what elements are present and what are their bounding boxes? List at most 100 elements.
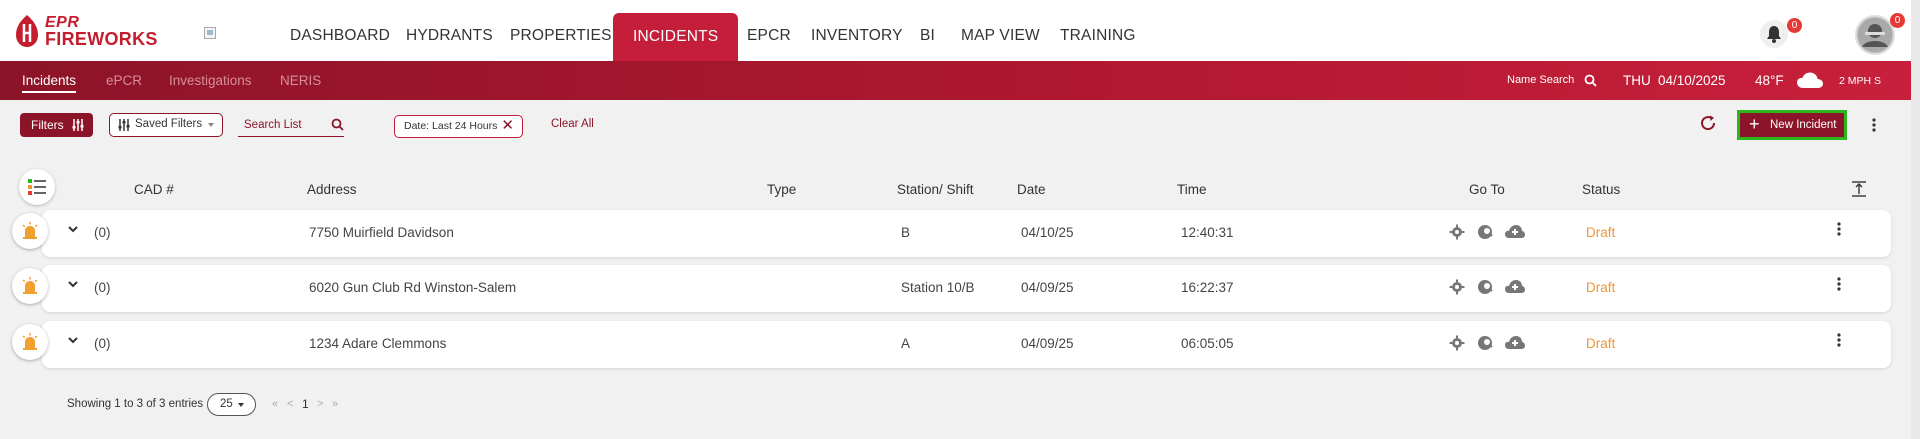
- incident-alarm-button[interactable]: [12, 324, 48, 360]
- column-header-time[interactable]: Time: [1177, 182, 1207, 197]
- table-row[interactable]: (0) 6020 Gun Club Rd Winston-Salem Stati…: [42, 265, 1891, 312]
- close-icon[interactable]: ✕: [501, 116, 514, 136]
- prev-page-button[interactable]: <: [287, 398, 293, 410]
- nav-incidents[interactable]: INCIDENTS: [613, 13, 739, 61]
- gear-icon[interactable]: [1449, 224, 1465, 240]
- chevron-down-icon: [238, 403, 244, 407]
- nav-map-view[interactable]: MAP VIEW: [961, 0, 1040, 61]
- bell-icon: [1767, 26, 1781, 43]
- sliders-icon: [118, 119, 130, 131]
- tab-incidents[interactable]: Incidents: [22, 73, 77, 93]
- status-badge: Draft: [1586, 225, 1616, 240]
- next-page-button[interactable]: >: [317, 398, 323, 410]
- user-avatar[interactable]: [1855, 15, 1895, 55]
- tab-epcr[interactable]: ePCR: [106, 73, 142, 88]
- flame-logo-icon: [16, 15, 38, 47]
- active-filter-chip: Date: Last 24 Hours ✕: [394, 115, 523, 138]
- station-shift-cell: B: [901, 225, 911, 240]
- name-search-label[interactable]: Name Search: [1507, 74, 1574, 86]
- search-icon[interactable]: [1584, 74, 1597, 87]
- column-header-goto: Go To: [1469, 182, 1505, 197]
- chevron-down-icon[interactable]: [68, 279, 78, 289]
- chevron-down-icon[interactable]: [68, 335, 78, 345]
- search-list-input[interactable]: Search List: [238, 113, 344, 137]
- cad-count: (0): [94, 280, 111, 295]
- list-legend-icon: [28, 179, 46, 195]
- investigation-icon[interactable]: [1477, 279, 1494, 295]
- alarm-icon: [22, 333, 38, 350]
- clear-all-link[interactable]: Clear All: [551, 118, 594, 130]
- last-page-button[interactable]: »: [332, 398, 338, 410]
- investigation-icon[interactable]: [1477, 224, 1494, 240]
- sub-navbar: Incidents ePCR Investigations NERIS Name…: [0, 61, 1920, 100]
- page-size-select[interactable]: 25: [207, 393, 256, 416]
- address-cell: 7750 Muirfield Davidson: [309, 225, 454, 240]
- gear-icon[interactable]: [1449, 279, 1465, 295]
- profile-badge: 0: [1890, 13, 1905, 28]
- page-number-current[interactable]: 1: [302, 397, 309, 411]
- row-more-options-icon[interactable]: [1837, 222, 1841, 236]
- nav-hydrants[interactable]: HYDRANTS: [406, 0, 493, 61]
- date-cell: 04/10/25: [1021, 225, 1074, 240]
- refresh-icon[interactable]: [1699, 114, 1717, 132]
- collapse-all-icon[interactable]: [1852, 181, 1866, 197]
- time-cell: 12:40:31: [1181, 225, 1234, 240]
- vertical-scrollbar[interactable]: [1911, 0, 1920, 439]
- plus-icon: +: [1749, 114, 1760, 134]
- brand-logo[interactable]: EPR FIREWORKS: [14, 14, 157, 49]
- sliders-icon: [72, 119, 84, 131]
- station-shift-cell: A: [901, 336, 911, 351]
- date-cell: 04/09/25: [1021, 336, 1074, 351]
- table-row[interactable]: (0) 1234 Adare Clemmons A 04/09/25 06:05…: [42, 321, 1891, 368]
- search-icon[interactable]: [331, 118, 344, 131]
- table-row[interactable]: (0) 7750 Muirfield Davidson B 04/10/25 1…: [42, 210, 1891, 257]
- chevron-down-icon[interactable]: [68, 224, 78, 234]
- time-cell: 06:05:05: [1181, 336, 1234, 351]
- tab-investigations[interactable]: Investigations: [169, 73, 252, 88]
- row-more-options-icon[interactable]: [1837, 277, 1841, 291]
- epcr-icon[interactable]: [1505, 279, 1525, 295]
- cloud-icon: [1797, 72, 1823, 88]
- search-list-placeholder: Search List: [244, 119, 302, 131]
- new-incident-button[interactable]: + New Incident: [1740, 113, 1844, 137]
- nav-inventory[interactable]: INVENTORY: [811, 0, 903, 61]
- top-navbar: EPR FIREWORKS DASHBOARD HYDRANTS PROPERT…: [0, 0, 1920, 61]
- epcr-icon[interactable]: [1505, 335, 1525, 351]
- nav-training[interactable]: TRAINING: [1060, 0, 1136, 61]
- alarm-icon: [22, 222, 38, 239]
- nav-properties[interactable]: PROPERTIES: [510, 0, 612, 61]
- notifications-button[interactable]: [1760, 20, 1788, 48]
- page-size-value: 25: [220, 398, 233, 410]
- cad-count: (0): [94, 225, 111, 240]
- investigation-icon[interactable]: [1477, 335, 1494, 351]
- row-more-options-icon[interactable]: [1837, 333, 1841, 347]
- incident-alarm-button[interactable]: [12, 268, 48, 304]
- more-options-icon[interactable]: [1872, 118, 1876, 132]
- column-header-date[interactable]: Date: [1017, 182, 1046, 197]
- column-header-address[interactable]: Address: [307, 182, 357, 197]
- wind-speed: 2 MPH S: [1839, 75, 1882, 87]
- user-icon: [1858, 18, 1892, 52]
- saved-filters-label: Saved Filters: [135, 118, 203, 130]
- nav-dashboard[interactable]: DASHBOARD: [290, 0, 390, 61]
- gear-icon[interactable]: [1449, 335, 1465, 351]
- filters-button[interactable]: Filters: [20, 113, 93, 137]
- cad-count: (0): [94, 336, 111, 351]
- list-legend-button[interactable]: [19, 169, 55, 205]
- nav-bi[interactable]: BI: [920, 0, 935, 61]
- column-header-status[interactable]: Status: [1582, 182, 1620, 197]
- brand-line2: FIREWORKS: [45, 29, 158, 49]
- address-cell: 1234 Adare Clemmons: [309, 336, 447, 351]
- first-page-button[interactable]: «: [272, 398, 278, 410]
- column-header-cad[interactable]: CAD #: [134, 182, 174, 197]
- incident-alarm-button[interactable]: [12, 213, 48, 249]
- broken-image-icon: [204, 27, 216, 39]
- epcr-icon[interactable]: [1505, 224, 1525, 240]
- column-header-station-shift[interactable]: Station/ Shift: [897, 182, 974, 197]
- tab-neris[interactable]: NERIS: [280, 73, 321, 88]
- time-cell: 16:22:37: [1181, 280, 1234, 295]
- saved-filters-dropdown[interactable]: Saved Filters: [109, 113, 223, 137]
- nav-epcr[interactable]: EPCR: [747, 0, 791, 61]
- weekday: THU: [1623, 73, 1651, 88]
- column-header-type[interactable]: Type: [767, 182, 796, 197]
